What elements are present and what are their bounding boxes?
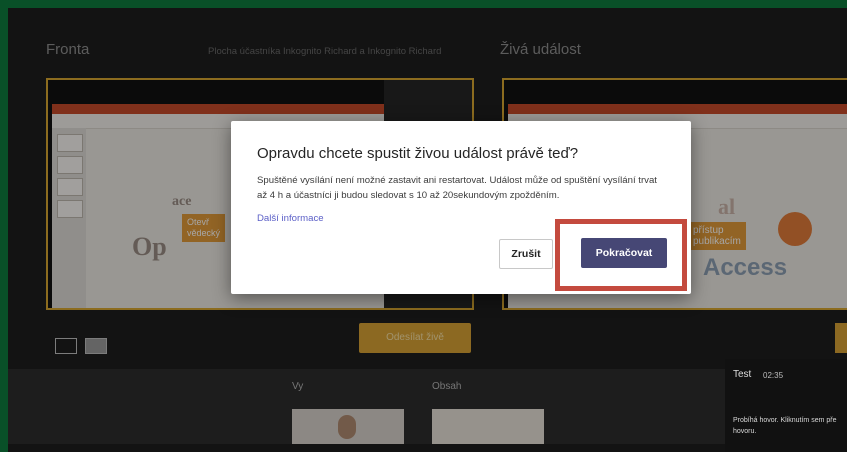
dialog-title: Opravdu chcete spustit živou událost prá… [257, 145, 579, 162]
call-panel[interactable]: Test 02:35 Probíhá hovor. Kliknutím sem … [725, 359, 847, 452]
call-title: Test [733, 369, 752, 380]
call-message[interactable]: Probíhá hovor. Kliknutím sem pře hovoru. [733, 415, 847, 437]
learn-more-link[interactable]: Další informace [257, 213, 324, 224]
call-time: 02:35 [763, 371, 784, 380]
dialog-body: Spuštěné vysílání není možné zastavit an… [257, 175, 657, 201]
cancel-button[interactable]: Zrušit [499, 239, 553, 269]
continue-highlight [555, 219, 687, 291]
